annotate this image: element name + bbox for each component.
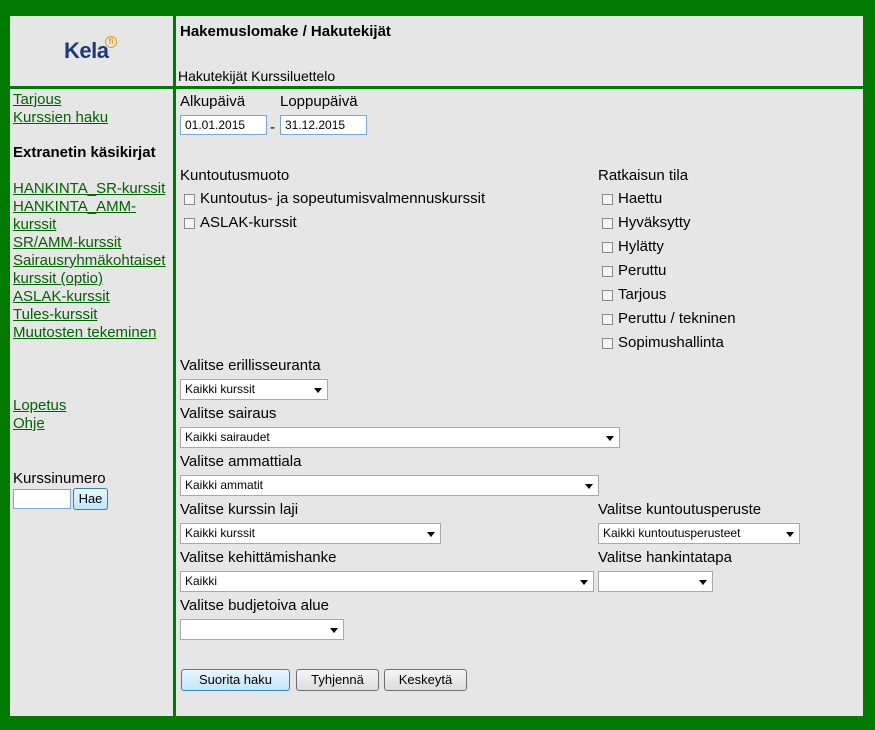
sidebar-link-muutokset[interactable]: Muutosten tekeminen [13,324,173,342]
checkbox-label: Hyväksytty [618,214,691,231]
page-header: Hakemuslomake / Hakutekijät Hakutekijät … [176,16,863,86]
chevron-down-icon [606,436,614,441]
select-value: Kaikki kuntoutusperusteet [603,526,741,540]
tracking-label: Valitse erillisseuranta [180,357,321,374]
chevron-down-icon [580,580,588,585]
checkbox-hylatty[interactable] [602,242,613,253]
logo-cell: Kela fi [10,16,176,86]
start-date-label: Alkupäivä [180,93,246,110]
procurement-label: Valitse hankintatapa [598,549,732,566]
checkbox-label: Sopimushallinta [618,334,724,351]
page-title: Hakemuslomake / Hakutekijät [180,23,391,40]
start-date-input[interactable] [180,115,267,135]
kela-logo: Kela [64,38,109,63]
select-value: Kaikki ammatit [185,478,264,492]
chevron-down-icon [314,388,322,393]
chevron-down-icon [585,484,593,489]
checkbox-label: Kuntoutus- ja sopeutumisvalmennuskurssit [200,190,486,207]
budget-select[interactable] [180,619,344,640]
checkbox-label: Hylätty [618,238,664,255]
rehab-basis-label: Valitse kuntoutusperuste [598,501,762,518]
checkbox-kuntoutus[interactable] [184,194,195,205]
profession-label: Valitse ammattiala [180,453,302,470]
sidebar-link-tules[interactable]: Tules-kurssit [13,306,173,324]
dev-project-label: Valitse kehittämishanke [180,549,337,566]
checkbox-label: Haettu [618,190,663,207]
checkbox-sopimushallinta[interactable] [602,338,613,349]
select-value: Kaikki kurssit [185,526,256,540]
rehab-basis-select[interactable]: Kaikki kuntoutusperusteet [598,523,800,544]
checkbox-haettu[interactable] [602,194,613,205]
course-number-input[interactable] [13,489,71,509]
course-type-label: Valitse kurssin laji [180,501,299,518]
sidebar-link-sr-amm[interactable]: SR/AMM-kurssit [13,234,173,252]
sidebar-link-kurssien-haku[interactable]: Kurssien haku [13,109,173,127]
dev-project-select[interactable]: Kaikki [180,571,594,592]
end-date-label: Loppupäivä [280,93,358,110]
rehab-type-label: Kuntoutusmuoto [180,167,290,184]
course-search-button[interactable]: Hae [73,488,108,510]
chevron-down-icon [699,580,707,585]
search-form: Alkupäivä Loppupäivä - Kuntoutusmuoto Ku… [176,89,863,716]
sidebar-link-sairausryhma[interactable]: Sairausryhmäkohtaiset kurssit (optio) [13,252,173,288]
checkbox-peruttu[interactable] [602,266,613,277]
sidebar-link-ohje[interactable]: Ohje [13,415,173,433]
checkbox-label: ASLAK-kurssit [200,214,297,231]
budget-label: Valitse budjetoiva alue [180,597,329,614]
decision-status-label: Ratkaisun tila [598,167,689,184]
sidebar-link-hankinta-amm[interactable]: HANKINTA_AMM-kurssit [13,198,173,234]
sidebar-link-aslak[interactable]: ASLAK-kurssit [13,288,173,306]
breadcrumb: Hakutekijät Kurssiluettelo [178,68,336,84]
tracking-select[interactable]: Kaikki kurssit [180,379,328,400]
course-number-label: Kurssinumero [13,470,106,487]
checkbox-label: Peruttu [618,262,667,279]
course-type-select[interactable]: Kaikki kurssit [180,523,441,544]
logo-badge-icon: fi [105,36,117,48]
sidebar-link-lopetus[interactable]: Lopetus [13,397,173,415]
sidebar-link-hankinta-sr[interactable]: HANKINTA_SR-kurssit [13,180,173,198]
sidebar-heading: Extranetin käsikirjat [13,144,156,161]
procurement-select[interactable] [598,571,713,592]
select-value: Kaikki kurssit [185,382,256,396]
date-separator: - [270,119,275,136]
checkbox-aslak[interactable] [184,218,195,229]
checkbox-hyvaksytty[interactable] [602,218,613,229]
disease-select[interactable]: Kaikki sairaudet [180,427,620,448]
disease-label: Valitse sairaus [180,405,277,422]
select-value: Kaikki sairaudet [185,430,270,444]
checkbox-label: Peruttu / tekninen [618,310,736,327]
checkbox-tarjous[interactable] [602,290,613,301]
checkbox-label: Tarjous [618,286,667,303]
sidebar-link-tarjous[interactable]: Tarjous [13,91,173,109]
page-frame: Kela fi Hakemuslomake / Hakutekijät Haku… [10,16,863,716]
checkbox-peruttu-tekninen[interactable] [602,314,613,325]
clear-button[interactable]: Tyhjennä [296,669,379,691]
profession-select[interactable]: Kaikki ammatit [180,475,599,496]
chevron-down-icon [786,532,794,537]
cancel-button[interactable]: Keskeytä [384,669,467,691]
end-date-input[interactable] [280,115,367,135]
run-search-button[interactable]: Suorita haku [181,669,290,691]
chevron-down-icon [330,628,338,633]
chevron-down-icon [427,532,435,537]
sidebar: Tarjous Kurssien haku Extranetin käsikir… [10,89,176,716]
select-value: Kaikki [185,574,218,588]
